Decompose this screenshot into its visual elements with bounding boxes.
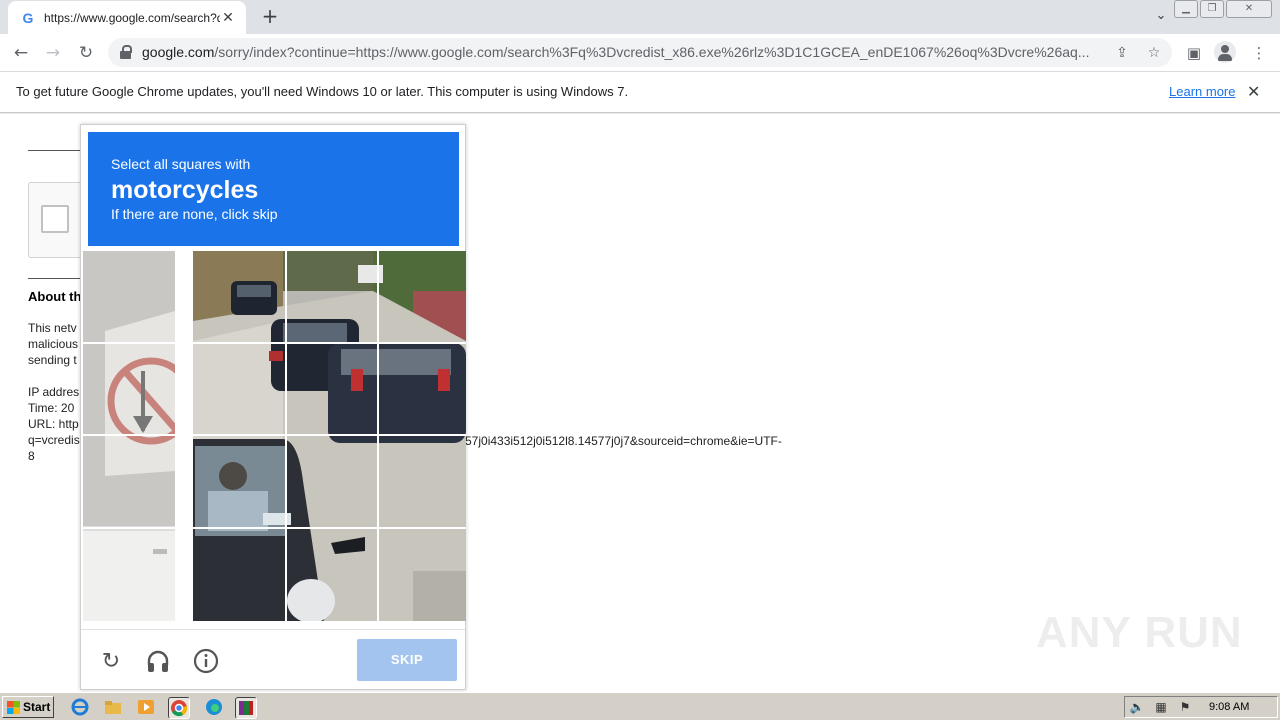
google-favicon-icon: G	[22, 9, 34, 26]
update-infobar: To get future Google Chrome updates, you…	[0, 71, 1280, 113]
grid-line	[285, 251, 287, 621]
reload-icon[interactable]: ↻	[75, 42, 97, 64]
grid-tile[interactable]	[377, 435, 466, 527]
tab-search-chevron-icon[interactable]: ⌄	[1152, 8, 1170, 26]
learn-more-link[interactable]: Learn more	[1169, 84, 1235, 99]
challenge-footer: ↻ SKIP	[81, 629, 465, 689]
close-tab-icon[interactable]: ✕	[220, 10, 236, 26]
chrome-icon[interactable]	[168, 697, 190, 719]
close-infobar-icon[interactable]: ✕	[1247, 82, 1260, 101]
grid-tile[interactable]	[285, 435, 377, 527]
divider	[28, 150, 88, 151]
query-line: q=vcredis	[28, 433, 80, 447]
divider	[28, 278, 88, 279]
challenge-header: Select all squares with motorcycles If t…	[88, 132, 459, 246]
share-icon[interactable]: ⇪	[1112, 43, 1132, 63]
url-text[interactable]: google.com/sorry/index?continue=https://…	[142, 44, 1102, 60]
url-tail-text: 57j0i433i512j0i512l8.14577j0j7&sourceid=…	[465, 434, 782, 448]
infobar-message: To get future Google Chrome updates, you…	[16, 84, 629, 99]
menu-kebab-icon[interactable]: ⋮	[1248, 42, 1270, 64]
skip-button[interactable]: SKIP	[357, 639, 457, 681]
new-tab-button[interactable]: +	[258, 5, 282, 29]
bookmark-star-icon[interactable]: ☆	[1144, 43, 1164, 63]
grid-line	[83, 342, 466, 344]
grid-line	[377, 251, 379, 621]
grid-tile[interactable]	[377, 251, 466, 343]
action-center-flag-icon[interactable]: ⚑	[1177, 700, 1193, 716]
tab-strip: G https://www.google.com/search?q= ✕ + ⌄…	[0, 0, 1280, 34]
grid-line	[83, 434, 466, 436]
volume-icon[interactable]: 🔈	[1129, 700, 1145, 716]
start-button[interactable]: Start	[2, 696, 54, 718]
system-tray: 🔈 ▦ ⚑ 9:08 AM	[1124, 696, 1278, 718]
restore-button[interactable]: ❐	[1200, 0, 1224, 18]
internet-explorer-icon[interactable]	[70, 697, 92, 719]
grid-tile[interactable]	[285, 343, 377, 435]
profile-avatar-icon[interactable]	[1214, 41, 1236, 63]
audio-challenge-headphones-icon[interactable]	[144, 648, 172, 676]
body-text-line: malicious	[28, 337, 79, 351]
forward-arrow-icon[interactable]: →	[42, 42, 64, 64]
grid-tile[interactable]	[377, 527, 466, 621]
grid-tile[interactable]	[377, 343, 466, 435]
grid-tile[interactable]	[285, 251, 377, 343]
query-line-end: 8	[28, 449, 35, 463]
image-grid	[83, 251, 466, 621]
winrar-icon[interactable]	[235, 697, 257, 719]
time-line: Time: 20	[28, 401, 75, 415]
body-text-line: This netv	[28, 321, 77, 335]
grid-tile[interactable]	[193, 343, 285, 435]
clock[interactable]: 9:08 AM	[1209, 701, 1249, 713]
challenge-target: motorcycles	[111, 176, 259, 204]
window-controls: ▁ ❐ ✕	[1174, 0, 1272, 18]
ip-address-line: IP addres	[28, 385, 80, 399]
taskbar: Start 🔈 ▦ ⚑ 9:08 AM	[0, 692, 1280, 720]
grid-tile[interactable]	[285, 527, 377, 621]
media-player-icon[interactable]	[136, 697, 158, 719]
edge-icon[interactable]	[204, 697, 226, 719]
windows-logo-icon	[7, 701, 20, 714]
close-window-button[interactable]: ✕	[1226, 0, 1272, 18]
network-icon[interactable]: ▦	[1153, 700, 1169, 716]
tab-title: https://www.google.com/search?q=	[44, 10, 220, 25]
info-icon[interactable]	[192, 648, 220, 676]
about-heading: About th	[28, 289, 82, 304]
instruction-skip-text: If there are none, click skip	[111, 206, 278, 222]
address-bar[interactable]: google.com/sorry/index?continue=https://…	[108, 38, 1172, 67]
browser-tab[interactable]: G https://www.google.com/search?q= ✕	[8, 1, 246, 34]
grid-tile[interactable]	[193, 527, 285, 621]
back-arrow-icon[interactable]: ←	[10, 42, 32, 64]
recaptcha-challenge: Select all squares with motorcycles If t…	[80, 124, 466, 690]
grid-tile[interactable]	[193, 251, 285, 343]
grid-line	[83, 527, 466, 529]
lock-icon[interactable]	[120, 45, 132, 59]
instruction-text: Select all squares with	[111, 156, 251, 172]
body-text-line: sending t	[28, 353, 77, 367]
minimize-button[interactable]: ▁	[1174, 0, 1198, 18]
grid-tile[interactable]	[193, 435, 285, 527]
file-explorer-icon[interactable]	[103, 697, 125, 719]
browser-toolbar: ← → ↻ google.com/sorry/index?continue=ht…	[0, 34, 1280, 71]
url-line: URL: http	[28, 417, 79, 431]
recaptcha-checkbox[interactable]	[41, 205, 69, 233]
anyrun-watermark: ANY RUN	[1036, 608, 1243, 657]
grid-tile[interactable]	[83, 251, 175, 621]
side-panel-icon[interactable]: ▣	[1183, 42, 1205, 64]
reload-challenge-icon[interactable]: ↻	[97, 648, 125, 676]
